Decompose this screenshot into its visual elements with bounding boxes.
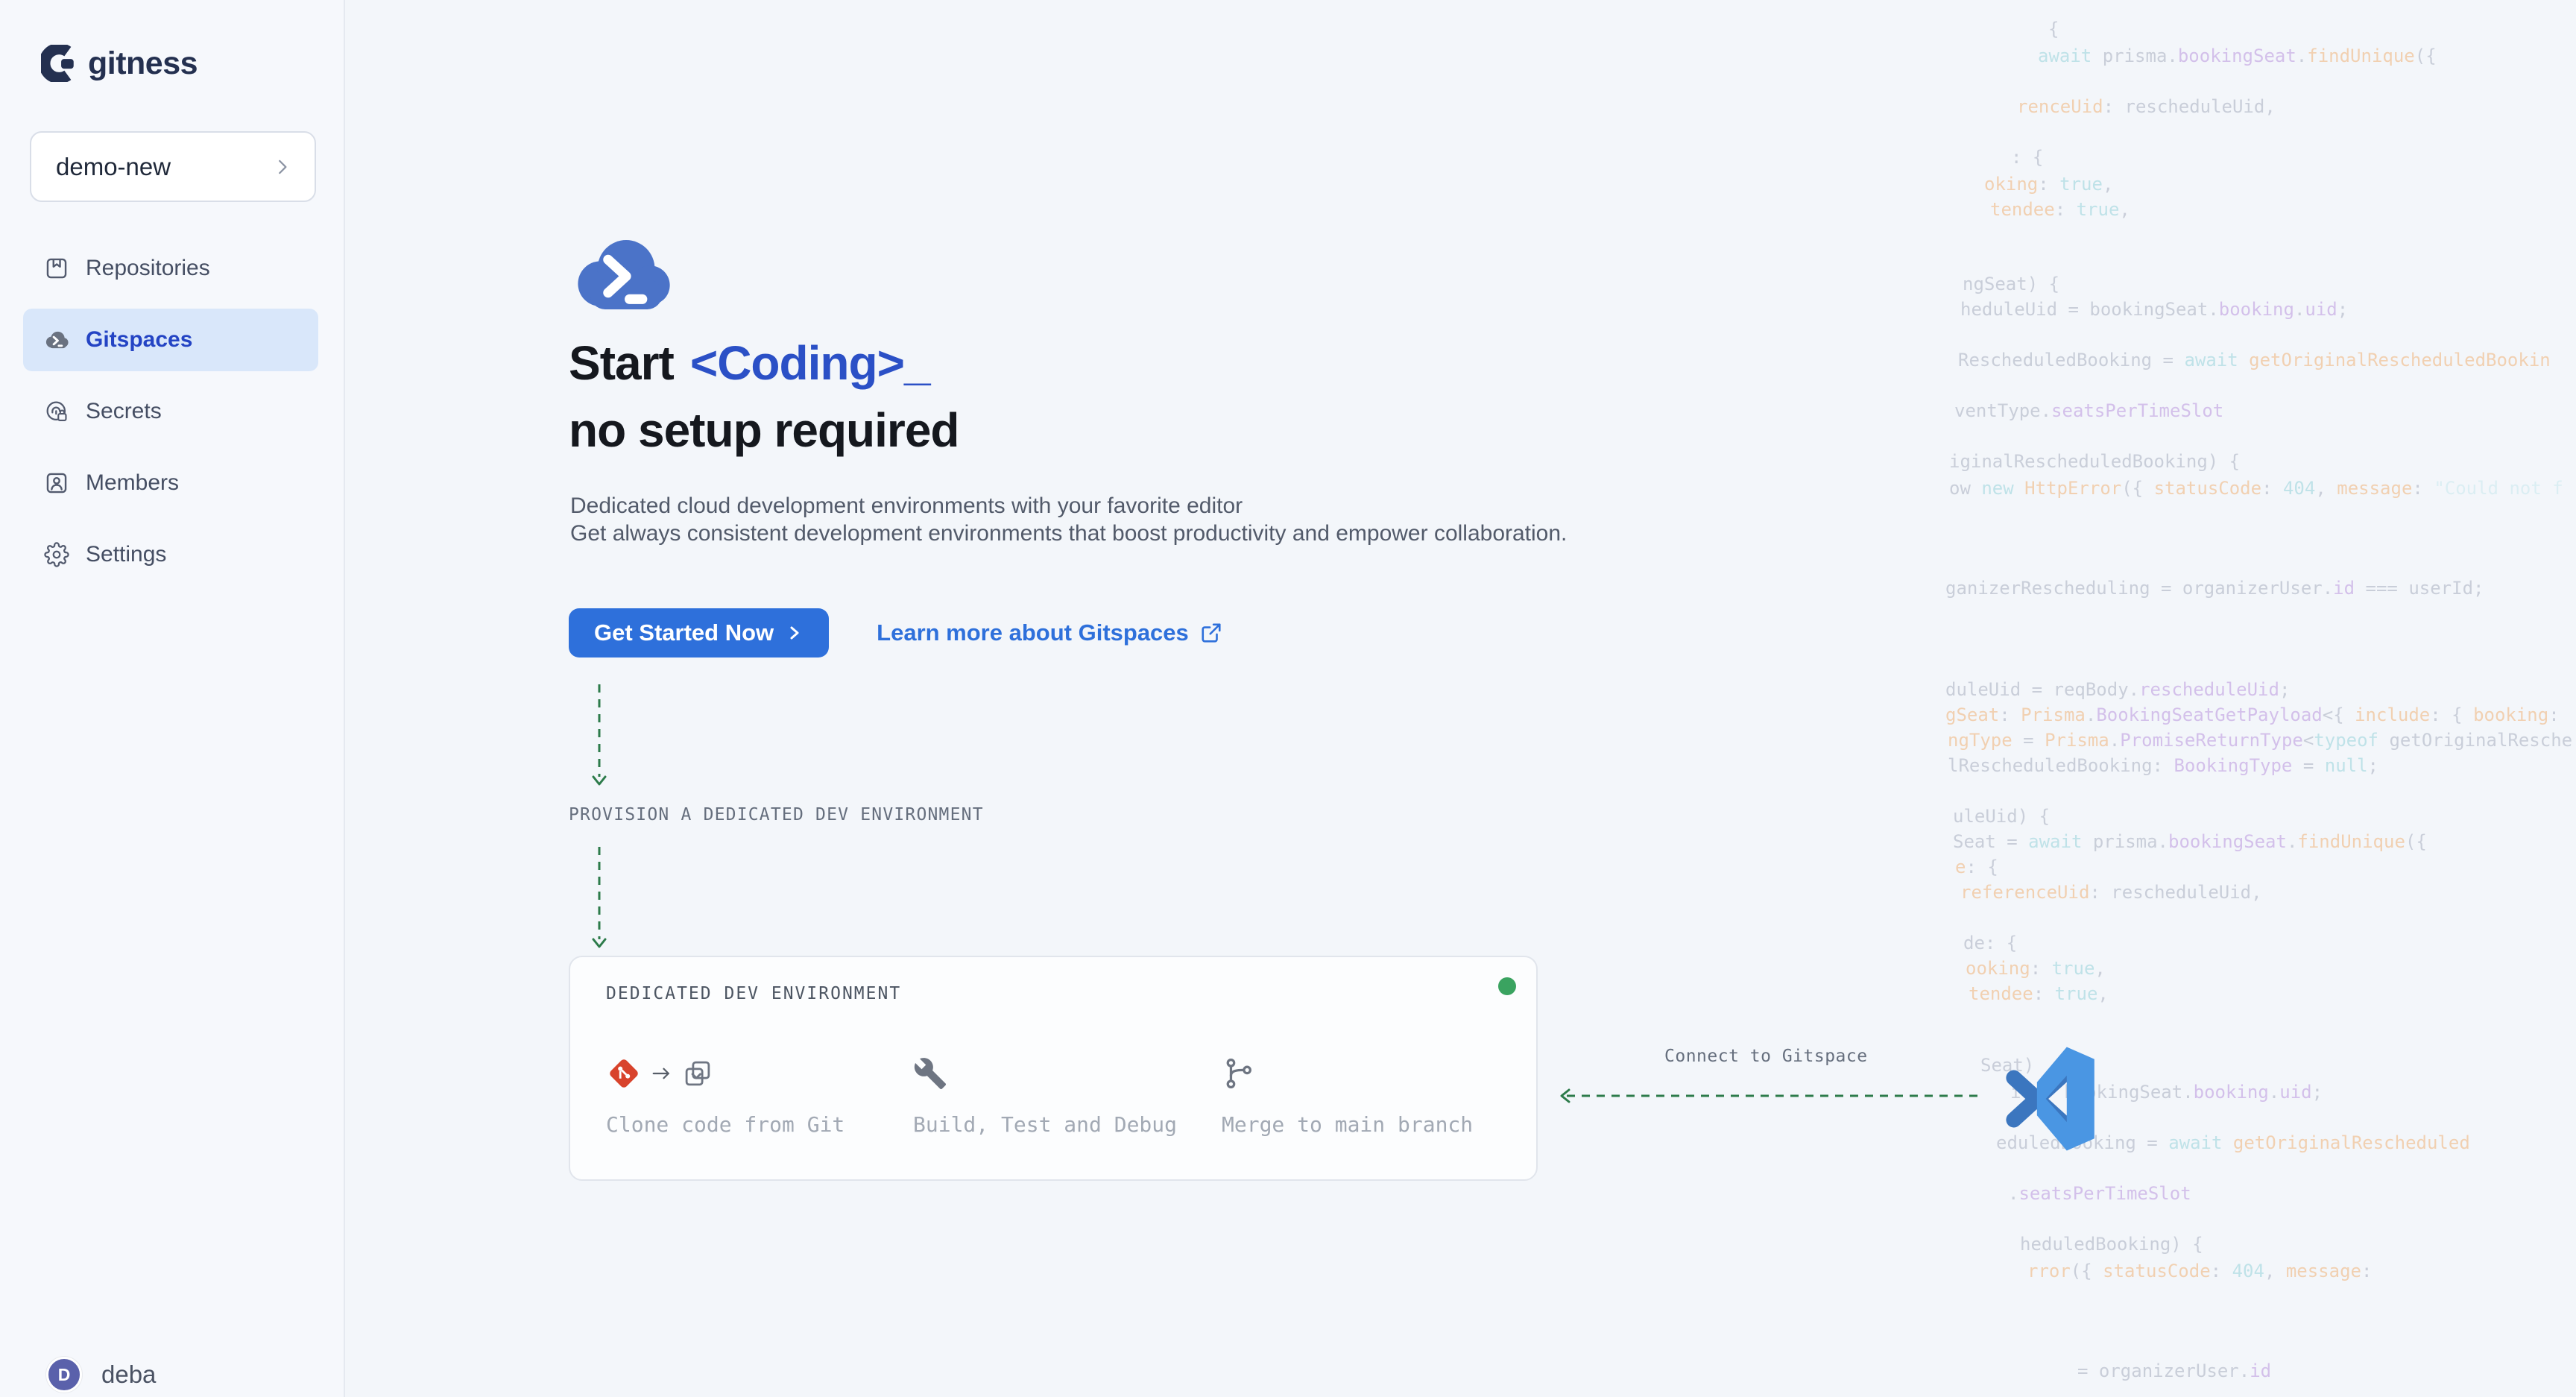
card-item-label: Build, Test and Debug	[913, 1112, 1177, 1137]
gitness-app: {await prisma.bookingSeat.findUnique({re…	[0, 0, 2576, 1397]
cloud-terminal-hero-icon	[569, 237, 675, 312]
dev-environment-card: DEDICATED DEV ENVIRONMENT	[569, 956, 1538, 1181]
get-started-button[interactable]: Get Started Now	[569, 608, 829, 657]
connect-step-label: Connect to Gitspace	[1664, 1047, 1868, 1066]
sidebar-item-label: Settings	[86, 542, 166, 567]
gitness-logo-icon	[41, 45, 78, 82]
chevron-right-icon	[271, 156, 294, 178]
member-icon	[44, 470, 69, 496]
sidebar-item-repositories[interactable]: Repositories	[23, 237, 318, 300]
sidebar-item-members[interactable]: Members	[23, 452, 318, 514]
arrow-right-icon	[649, 1062, 675, 1085]
external-link-icon	[1200, 622, 1222, 644]
sidebar-item-label: Repositories	[86, 256, 210, 281]
title-prefix: Start	[569, 336, 674, 390]
wrench-icon	[913, 1056, 947, 1091]
sidebar-item-gitspaces[interactable]: Gitspaces	[23, 309, 318, 371]
gitspaces-page: Start <Coding>_ no setup required Dedicat…	[0, 0, 2576, 1397]
flow-arrow-left	[1554, 1085, 1979, 1107]
fingerprint-lock-icon	[44, 399, 69, 424]
description-line2: Get always consistent development enviro…	[570, 520, 1567, 547]
card-item-merge: Merge to main branch	[1222, 1051, 1473, 1137]
project-name: demo-new	[56, 153, 171, 181]
cta-row: Get Started Now Learn more about Gitspac…	[569, 608, 1222, 657]
learn-more-link[interactable]: Learn more about Gitspaces	[877, 619, 1222, 646]
sidebar-item-label: Gitspaces	[86, 327, 192, 353]
card-item-clone: Clone code from Git	[606, 1051, 845, 1137]
page-title-line2: no setup required	[569, 403, 959, 458]
description-line1: Dedicated cloud development environments…	[570, 492, 1567, 520]
learn-more-label: Learn more about Gitspaces	[877, 619, 1189, 646]
avatar: D	[46, 1357, 82, 1393]
git-icon	[606, 1056, 642, 1091]
cloud-terminal-icon	[44, 327, 69, 353]
gitness-logo: gitness	[41, 45, 198, 82]
sidebar-item-label: Members	[86, 470, 179, 496]
sidebar: gitness demo-new Repositories	[0, 0, 345, 1397]
title-accent: <Coding>_	[690, 336, 930, 390]
user-menu[interactable]: D deba	[46, 1357, 156, 1393]
vscode-logo	[1999, 1044, 2112, 1154]
clone-repo-icon	[682, 1058, 713, 1089]
logo-text: gitness	[88, 45, 198, 82]
card-title: DEDICATED DEV ENVIRONMENT	[606, 984, 901, 1003]
gear-icon	[44, 542, 69, 567]
sidebar-item-settings[interactable]: Settings	[23, 523, 318, 586]
sidebar-item-secrets[interactable]: Secrets	[23, 380, 318, 443]
clone-icons	[606, 1051, 845, 1096]
flow-arrow-down-1	[588, 683, 610, 789]
user-name: deba	[101, 1360, 156, 1389]
provision-step-label: PROVISION A DEDICATED DEV ENVIRONMENT	[569, 805, 984, 824]
book-icon	[44, 256, 69, 281]
card-item-label: Merge to main branch	[1222, 1112, 1473, 1137]
card-item-build: Build, Test and Debug	[913, 1051, 1177, 1137]
git-branch-icon	[1222, 1056, 1256, 1091]
get-started-label: Get Started Now	[594, 619, 774, 646]
page-description: Dedicated cloud development environments…	[570, 492, 1567, 547]
chevron-right-icon	[786, 624, 804, 642]
page-title-line1: Start <Coding>_	[569, 335, 930, 391]
status-dot	[1498, 977, 1516, 995]
merge-icons	[1222, 1051, 1473, 1096]
build-icons	[913, 1051, 1177, 1096]
project-selector[interactable]: demo-new	[30, 131, 316, 202]
sidebar-item-label: Secrets	[86, 399, 162, 424]
flow-arrow-down-2	[588, 845, 610, 951]
card-item-label: Clone code from Git	[606, 1112, 845, 1137]
